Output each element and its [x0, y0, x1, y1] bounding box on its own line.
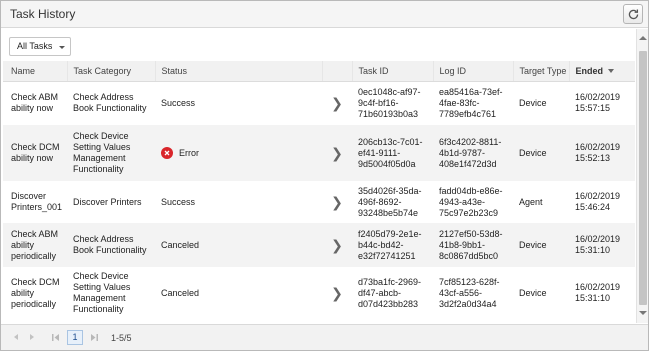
table-row[interactable]: Check ABM ability now Check Address Book…	[3, 81, 635, 125]
first-page-icon	[52, 333, 59, 341]
column-header-status[interactable]: Status	[154, 61, 322, 82]
column-header-name[interactable]: Name	[3, 61, 67, 82]
status-error-label: Error	[179, 147, 199, 158]
cell-log-id: fadd04db-e86e-4943-a43e-75c97e2b23c9	[439, 185, 503, 218]
cell-name: Check DCM ability now	[11, 142, 60, 163]
table-row[interactable]: Check DCM ability periodically Check Dev…	[3, 267, 635, 319]
scroll-up-arrow-icon[interactable]	[639, 36, 647, 40]
pagination-bar: 1 1-5/5	[1, 324, 648, 350]
triangle-right-icon	[30, 334, 34, 340]
cell-target-type: Device	[519, 239, 547, 250]
column-header-target-type[interactable]: Target Type	[512, 61, 569, 82]
cell-log-id: 2127ef50-53d8-41b8-9bb1-8c0867dd5bc0	[439, 228, 503, 261]
cell-target-type: Device	[519, 97, 547, 108]
column-header-task-id[interactable]: Task ID	[351, 61, 433, 82]
cell-ended: 16/02/2019 15:52:13	[575, 142, 621, 163]
cell-ended: 16/02/2019 15:57:15	[575, 92, 621, 114]
refresh-icon	[628, 8, 638, 19]
scroll-down-arrow-icon[interactable]	[639, 311, 647, 315]
error-icon	[161, 147, 173, 159]
previous-page-button[interactable]	[9, 330, 23, 344]
task-filter-value: All Tasks	[17, 41, 53, 51]
table-row[interactable]: Discover Printers_001 Discover Printers …	[3, 181, 635, 223]
cell-log-id: 7cf85123-628f-43cf-a556-3d2f2a0d34a4	[439, 276, 500, 309]
last-page-button[interactable]	[87, 330, 101, 344]
first-page-button[interactable]	[49, 330, 63, 344]
title-bar: Task History	[1, 1, 648, 28]
cell-log-id: ea85416a-73ef-4fae-83fc-7789efb4c761	[439, 86, 503, 119]
table-row[interactable]: Check DCM ability now Check Device Setti…	[3, 125, 635, 181]
cell-status: Success	[161, 97, 196, 108]
cell-target-type: Device	[519, 287, 547, 298]
cell-task-id: 35d4026f-35da-496f-8692-93248be5b74e	[358, 185, 422, 218]
column-header-spacer	[321, 61, 352, 82]
column-header-ended-label: Ended	[575, 65, 604, 76]
scrollbar-thumb[interactable]	[639, 51, 647, 305]
cell-ended: 16/02/2019 15:31:10	[575, 282, 621, 303]
chevron-right-icon[interactable]: ❯	[322, 125, 352, 181]
cell-name: Discover Printers_001	[11, 191, 63, 212]
cell-task-id: 206cb13c-7c01-ef41-9111-9d5004f05d0a	[358, 136, 423, 169]
cell-name: Check ABM ability now	[11, 92, 59, 114]
column-header-ended[interactable]: Ended	[568, 61, 635, 82]
cell-task-category: Check Address Book Functionality	[73, 92, 147, 114]
column-header-log-id[interactable]: Log ID	[432, 61, 513, 82]
task-history-grid: Name Task Category Status Task ID Log ID…	[3, 61, 635, 323]
cell-ended: 16/02/2019 15:46:24	[575, 191, 621, 212]
vertical-scrollbar[interactable]	[636, 29, 648, 323]
chevron-right-icon[interactable]: ❯	[322, 81, 352, 125]
cell-status: Canceled	[161, 239, 200, 250]
cell-name: Check ABM ability periodically	[11, 228, 59, 261]
refresh-button[interactable]	[623, 4, 643, 24]
chevron-down-icon	[59, 46, 65, 49]
last-page-icon	[91, 333, 98, 341]
column-header-task-category[interactable]: Task Category	[66, 61, 155, 82]
cell-status: Error	[155, 125, 322, 181]
cell-task-category: Check Device Setting Values Management F…	[73, 131, 131, 174]
cell-target-type: Device	[519, 147, 547, 158]
cell-name: Check DCM ability periodically	[11, 276, 60, 309]
cell-log-id: 6f3c4202-8811-4b1d-9787-408e1f472d3d	[439, 136, 502, 169]
pagination-range: 1-5/5	[111, 333, 132, 343]
cell-task-category: Check Address Book Functionality	[73, 234, 147, 255]
window-title: Task History	[10, 7, 76, 21]
chevron-right-icon[interactable]: ❯	[322, 223, 352, 267]
cell-ended: 16/02/2019 15:31:10	[575, 234, 621, 255]
sort-descending-icon	[608, 69, 615, 74]
task-table: Name Task Category Status Task ID Log ID…	[3, 61, 635, 319]
cell-task-id: f2405d79-2e1e-b44c-bd42-e32f72741251	[358, 228, 422, 261]
cell-task-id: 0ec1048c-af97-9c4f-bf16-71b60193b0a3	[358, 86, 421, 119]
chevron-right-icon[interactable]: ❯	[322, 267, 352, 319]
cell-target-type: Agent	[519, 196, 543, 207]
table-header-row: Name Task Category Status Task ID Log ID…	[3, 61, 635, 82]
chevron-right-icon[interactable]: ❯	[322, 181, 352, 223]
cell-task-category: Check Device Setting Values Management F…	[73, 271, 131, 314]
status-error: Error	[161, 147, 318, 159]
cell-status: Success	[161, 196, 196, 207]
task-filter-dropdown[interactable]: All Tasks	[9, 37, 71, 56]
cell-task-category: Discover Printers	[73, 196, 142, 207]
cell-status: Canceled	[161, 287, 200, 298]
triangle-left-icon	[14, 334, 18, 340]
task-history-window: Task History All Tasks Name Task Categor…	[0, 0, 649, 351]
next-page-button[interactable]	[25, 330, 39, 344]
table-row[interactable]: Check ABM ability periodically Check Add…	[3, 223, 635, 267]
cell-task-id: d73ba1fc-2969-df47-abcb-d07d423bb283	[358, 276, 422, 309]
current-page-number[interactable]: 1	[67, 330, 83, 345]
